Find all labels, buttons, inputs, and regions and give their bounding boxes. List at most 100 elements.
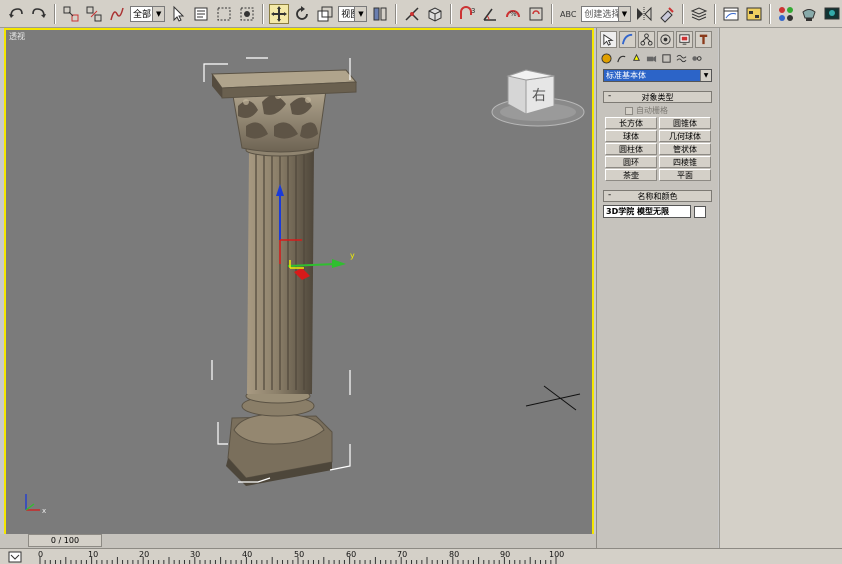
shapes-icon[interactable]: [615, 52, 628, 65]
selection-filter-dropdown[interactable]: 全部 ▼: [130, 5, 166, 22]
tube-button[interactable]: 管状体: [659, 143, 711, 155]
object-buttons-grid: 长方体 圆锥体 球体 几何球体 圆柱体 管状体 圆环 四棱锥 茶壶 平面: [603, 117, 712, 181]
utilities-tab-icon[interactable]: [695, 31, 712, 48]
name-color-title: 名称和颜色: [637, 191, 678, 201]
toolbar-separator: [450, 3, 453, 24]
plane-button[interactable]: 平面: [659, 169, 711, 181]
viewcube-face-label: 右: [532, 88, 546, 104]
toolbar-separator: [551, 3, 554, 24]
sphere-button[interactable]: 球体: [605, 130, 657, 142]
space-warps-icon[interactable]: [675, 52, 688, 65]
render-setup-icon[interactable]: [799, 4, 819, 24]
chevron-down-icon: ▼: [354, 6, 367, 21]
svg-text:%: %: [510, 10, 517, 18]
timeline-ticks: [39, 557, 557, 564]
svg-text:ABC: ABC: [560, 10, 577, 19]
toolbar-separator: [262, 3, 265, 24]
toolbar-separator: [769, 3, 771, 24]
hierarchy-tab-icon[interactable]: [638, 31, 655, 48]
create-tab-icon[interactable]: [600, 31, 617, 48]
modify-tab-icon[interactable]: [619, 31, 636, 48]
select-by-name-icon[interactable]: [191, 4, 211, 24]
scale-tool-icon[interactable]: [315, 4, 335, 24]
geosphere-button[interactable]: 几何球体: [659, 130, 711, 142]
teapot-button[interactable]: 茶壶: [605, 169, 657, 181]
command-panel-extension: [719, 28, 842, 548]
torus-button[interactable]: 圆环: [605, 156, 657, 168]
rotate-tool-icon[interactable]: [292, 4, 312, 24]
name-color-rollout-header[interactable]: - 名称和颜色: [603, 190, 712, 202]
pyramid-button[interactable]: 四棱锥: [659, 156, 711, 168]
cylinder-button[interactable]: 圆柱体: [605, 143, 657, 155]
edit-named-selection-icon[interactable]: ABC: [558, 4, 578, 24]
main-toolbar: 全部 ▼ 视图 ▼ 3 % ABC 创建选择集 ▼: [0, 0, 842, 28]
align-icon[interactable]: [657, 4, 677, 24]
toolbar-separator: [395, 3, 398, 24]
object-category-dropdown[interactable]: 标准基本体 ▼: [603, 69, 712, 82]
curve-editor-icon[interactable]: [721, 4, 741, 24]
angle-snap-icon[interactable]: [480, 4, 500, 24]
object-name-input[interactable]: 3D学院 模型无限: [603, 205, 691, 218]
pivot-center-icon[interactable]: [370, 4, 390, 24]
create-category-icons: [597, 48, 718, 67]
tick-label: 30: [190, 550, 201, 559]
tick-label: 20: [139, 550, 150, 559]
snaps-toggle-icon[interactable]: 3: [457, 4, 477, 24]
axis-x-label: x: [42, 507, 46, 515]
window-crossing-icon[interactable]: [237, 4, 257, 24]
helpers-icon[interactable]: [660, 52, 673, 65]
timeline-ruler[interactable]: 0 10 20 30 40 50 60 70 80 90 100: [0, 548, 842, 564]
redo-icon[interactable]: [29, 4, 49, 24]
rectangular-selection-icon[interactable]: [214, 4, 234, 24]
display-tab-icon[interactable]: [676, 31, 693, 48]
tick-label: 90: [500, 550, 511, 559]
rendered-frame-icon[interactable]: [822, 4, 842, 24]
selection-filter-value: 全部: [133, 10, 152, 20]
viewcube[interactable]: 右: [491, 69, 585, 127]
select-and-link-icon[interactable]: [61, 4, 81, 24]
time-slider[interactable]: 0 / 100: [28, 534, 102, 547]
spinner-snap-icon[interactable]: [526, 4, 546, 24]
name-color-row: 3D学院 模型无限: [603, 202, 712, 218]
object-type-rollout: - 对象类型 自动栅格 长方体 圆锥体 球体 几何球体 圆柱体 管状体 圆环 四…: [603, 91, 712, 181]
percent-snap-icon[interactable]: %: [503, 4, 523, 24]
tick-label: 70: [397, 550, 408, 559]
tick-label: 0: [38, 550, 44, 559]
keyboard-shortcut-icon[interactable]: [425, 4, 445, 24]
column-model[interactable]: [211, 69, 358, 486]
tick-label: 40: [242, 550, 253, 559]
systems-icon[interactable]: [690, 52, 703, 65]
schematic-view-icon[interactable]: [744, 4, 764, 24]
axis-tripod: x: [25, 494, 46, 515]
tick-label: 80: [449, 550, 460, 559]
manipulate-icon[interactable]: [402, 4, 422, 24]
object-color-swatch[interactable]: [694, 205, 706, 218]
material-editor-icon[interactable]: [776, 4, 796, 24]
object-type-rollout-header[interactable]: - 对象类型: [603, 91, 712, 103]
layer-manager-icon[interactable]: [689, 4, 709, 24]
object-category-value: 标准基本体: [606, 71, 646, 80]
geometry-icon[interactable]: [600, 52, 613, 65]
grid-origin-marker: [525, 385, 581, 411]
reference-coordinate-dropdown[interactable]: 视图 ▼: [338, 5, 368, 22]
mirror-icon[interactable]: [634, 4, 654, 24]
unlink-selection-icon[interactable]: [84, 4, 104, 24]
toolbar-separator: [54, 3, 56, 24]
tick-label: 10: [88, 550, 99, 559]
named-selection-set-dropdown[interactable]: 创建选择集 ▼: [581, 5, 631, 22]
toolbar-separator: [714, 3, 716, 24]
motion-tab-icon[interactable]: [657, 31, 674, 48]
auto-grid-checkbox[interactable]: [625, 106, 633, 115]
select-object-icon[interactable]: [168, 4, 188, 24]
undo-icon[interactable]: [6, 4, 26, 24]
lights-icon[interactable]: [630, 52, 643, 65]
bind-to-space-warp-icon[interactable]: [107, 4, 127, 24]
box-button[interactable]: 长方体: [605, 117, 657, 129]
cameras-icon[interactable]: [645, 52, 658, 65]
collapse-icon: -: [608, 190, 612, 200]
viewport-scene: y 右 x: [25, 57, 585, 515]
auto-grid-label: 自动栅格: [636, 106, 668, 115]
move-tool-icon[interactable]: [269, 3, 290, 24]
perspective-viewport[interactable]: 透视 y 右 x: [4, 28, 594, 536]
cone-button[interactable]: 圆锥体: [659, 117, 711, 129]
